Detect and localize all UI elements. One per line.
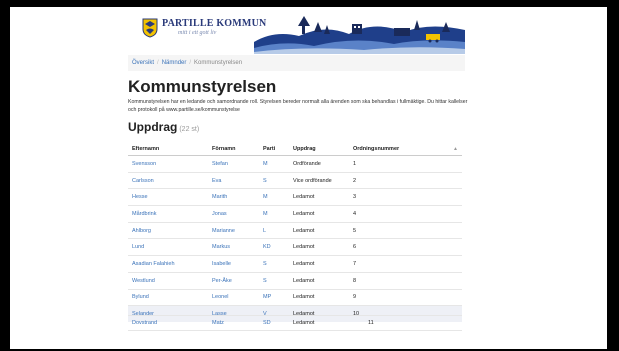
members-table: Efternamn Förnamn Parti Uppdrag Ordnings…	[128, 142, 462, 322]
cell-parti[interactable]: M	[259, 188, 289, 206]
header-skyline-illustration	[254, 16, 465, 54]
breadcrumb-link-oversikt[interactable]: Översikt	[132, 60, 154, 66]
cell-fornamn[interactable]: Marianne	[208, 221, 259, 239]
table-row: Lund Markus KD Ledamot 6	[128, 238, 462, 256]
page-description: Kommunstyrelsen har en ledande och samor…	[128, 99, 468, 113]
cell-efternamn[interactable]: Ahlborg	[128, 221, 208, 239]
table-row: Carlsson Eva S Vice ordförande 2	[128, 171, 462, 189]
cell-efternamn[interactable]: Bylund	[128, 288, 208, 306]
cell-ordningsnummer: 3	[349, 188, 462, 206]
cell-uppdrag: Ledamot	[289, 271, 349, 289]
cell-efternamn[interactable]: Lund	[128, 238, 208, 256]
breadcrumb-separator: /	[157, 60, 159, 66]
table-row: Svensson Stefan M Ordförande 1	[128, 155, 462, 173]
table-row: Ahlborg Marianne L Ledamot 5	[128, 221, 462, 239]
section-count: (22 st)	[179, 126, 200, 133]
cell-efternamn[interactable]: Svensson	[128, 155, 208, 173]
cell-fornamn[interactable]: Isabelle	[208, 255, 259, 273]
table-header-row: Efternamn Förnamn Parti Uppdrag Ordnings…	[128, 142, 462, 156]
breadcrumb-link-namnder[interactable]: Nämnder	[162, 60, 187, 66]
cell-ordningsnummer: 9	[349, 288, 462, 306]
site-header: PARTILLE KOMMUN mitt i ett gott liv	[128, 12, 465, 54]
cell-efternamn[interactable]: Dovstrand	[132, 320, 157, 326]
table-row: Asadian Falahieh Isabelle S Ledamot 7	[128, 255, 462, 273]
cell-uppdrag: Ledamot	[289, 255, 349, 273]
column-header-efternamn[interactable]: Efternamn	[128, 142, 208, 156]
cell-parti[interactable]: KD	[259, 238, 289, 256]
section-heading: Uppdrag (22 st)	[128, 120, 199, 134]
cell-uppdrag: Ledamot	[289, 288, 349, 306]
column-header-ordningsnummer-label: Ordningsnummer	[353, 145, 400, 152]
cell-fornamn[interactable]: Eva	[208, 171, 259, 189]
cell-ordningsnummer: 4	[349, 205, 462, 223]
cell-ordningsnummer: 8	[349, 271, 462, 289]
breadcrumb-separator: /	[189, 60, 192, 66]
cell-fornamn[interactable]: Leonel	[208, 288, 259, 306]
cell-uppdrag: Ledamot	[289, 188, 349, 206]
cell-parti[interactable]: M	[259, 155, 289, 173]
table-row: Westlund Per-Åke S Ledamot 8	[128, 271, 462, 289]
table-row: Hesse Marith M Ledamot 3	[128, 188, 462, 206]
table-row: Mårdbrink Jonas M Ledamot 4	[128, 205, 462, 223]
cell-parti[interactable]: S	[259, 171, 289, 189]
column-header-ordningsnummer[interactable]: Ordningsnummer ▲	[349, 142, 462, 156]
table-row: Dovstrand Matz SD Ledamot 11	[128, 315, 462, 331]
cell-fornamn[interactable]: Matz	[212, 320, 224, 326]
breadcrumb: Översikt / Nämnder / Kommunstyrelsen	[128, 55, 465, 71]
page-title: Kommunstyrelsen	[128, 77, 277, 96]
cell-efternamn[interactable]: Asadian Falahieh	[128, 255, 208, 273]
cell-uppdrag: Ordförande	[289, 155, 349, 173]
sort-caret-icon[interactable]: ▲	[453, 146, 458, 152]
cell-ordningsnummer: 11	[368, 320, 374, 326]
cell-efternamn[interactable]: Westlund	[128, 271, 208, 289]
cell-fornamn[interactable]: Markus	[208, 238, 259, 256]
cell-parti[interactable]: SD	[263, 320, 271, 326]
section-title: Uppdrag	[128, 120, 178, 134]
column-header-uppdrag[interactable]: Uppdrag	[289, 142, 349, 156]
cell-uppdrag: Ledamot	[293, 320, 315, 326]
cell-efternamn[interactable]: Carlsson	[128, 171, 208, 189]
breadcrumb-current: Kommunstyrelsen	[194, 60, 243, 66]
cell-uppdrag: Ledamot	[289, 238, 349, 256]
cell-fornamn[interactable]: Per-Åke	[208, 271, 259, 289]
table-row: Bylund Leonel MP Ledamot 9	[128, 288, 462, 306]
column-header-parti[interactable]: Parti	[259, 142, 289, 156]
cell-parti[interactable]: M	[259, 205, 289, 223]
org-slogan: mitt i ett gott liv	[178, 30, 217, 36]
cell-parti[interactable]: S	[259, 255, 289, 273]
cell-uppdrag: Ledamot	[289, 221, 349, 239]
cell-parti[interactable]: L	[259, 221, 289, 239]
cell-uppdrag: Ledamot	[289, 205, 349, 223]
cell-fornamn[interactable]: Stefan	[208, 155, 259, 173]
column-header-fornamn[interactable]: Förnamn	[208, 142, 259, 156]
org-name: PARTILLE KOMMUN	[162, 18, 267, 29]
cell-efternamn[interactable]: Hesse	[128, 188, 208, 206]
cell-ordningsnummer: 6	[349, 238, 462, 256]
cell-ordningsnummer: 1	[349, 155, 462, 173]
cell-ordningsnummer: 5	[349, 221, 462, 239]
cell-fornamn[interactable]: Jonas	[208, 205, 259, 223]
cell-uppdrag: Vice ordförande	[289, 171, 349, 189]
cell-fornamn[interactable]: Marith	[208, 188, 259, 206]
cell-ordningsnummer: 2	[349, 171, 462, 189]
page-frame: PARTILLE KOMMUN mitt i ett gott liv Över…	[10, 7, 607, 349]
site-logo[interactable]: PARTILLE KOMMUN mitt i ett gott liv	[142, 18, 266, 44]
cell-parti[interactable]: MP	[259, 288, 289, 306]
cell-efternamn[interactable]: Mårdbrink	[128, 205, 208, 223]
coat-of-arms-icon	[142, 18, 158, 38]
cell-parti[interactable]: S	[259, 271, 289, 289]
cell-ordningsnummer: 7	[349, 255, 462, 273]
